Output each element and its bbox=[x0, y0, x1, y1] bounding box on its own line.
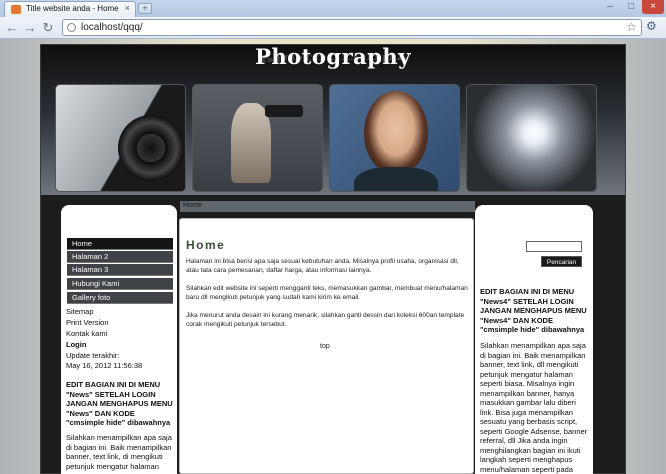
left-news-body: Silahkan menampilkan apa saja di bagian … bbox=[66, 433, 172, 471]
browser-tab[interactable]: Title website anda - Home × bbox=[4, 1, 136, 17]
menu-item-halaman-2[interactable]: Halaman 2 bbox=[67, 251, 173, 263]
right-news-heading: EDIT BAGIAN INI DI MENU "News4" SETELAH … bbox=[480, 287, 587, 334]
photographer-photo bbox=[192, 84, 323, 192]
close-window-button[interactable]: × bbox=[642, 0, 664, 14]
tab-title: Title website anda - Home bbox=[26, 4, 119, 13]
menu-item-hubungi-kami[interactable]: Hubungi Kami bbox=[67, 278, 173, 290]
back-icon[interactable]: ← bbox=[4, 20, 20, 36]
globe-icon bbox=[67, 23, 76, 32]
page-title: Home bbox=[186, 238, 226, 252]
update-value: May 16, 2012 11:56:38 bbox=[66, 361, 143, 370]
kontak-kami-link[interactable]: Kontak kami bbox=[66, 329, 107, 338]
login-link[interactable]: Login bbox=[66, 340, 86, 349]
new-tab-button[interactable]: + bbox=[138, 3, 152, 14]
sitemap-link[interactable]: Sitemap bbox=[66, 307, 94, 316]
breadcrumb-home[interactable]: Home bbox=[183, 202, 202, 209]
print-version-link[interactable]: Print Version bbox=[66, 318, 109, 327]
update-label: Update terakhir: bbox=[66, 351, 120, 360]
maximize-button[interactable]: □ bbox=[621, 0, 641, 14]
logo-reflection: Photography bbox=[257, 52, 409, 64]
tab-close-icon[interactable]: × bbox=[125, 3, 130, 13]
reload-icon[interactable]: ↻ bbox=[40, 20, 56, 36]
menu-item-gallery-foto[interactable]: Gallery foto bbox=[67, 292, 173, 304]
forward-icon[interactable]: → bbox=[22, 20, 38, 36]
left-news-heading: EDIT BAGIAN INI DI MENU "News" SETELAH L… bbox=[66, 380, 173, 427]
menu-item-home[interactable]: Home bbox=[67, 238, 173, 250]
search-input[interactable] bbox=[526, 241, 582, 252]
camera-photo bbox=[55, 84, 186, 192]
wrench-icon[interactable]: ⚙ bbox=[646, 19, 657, 33]
right-news-body: Silahkan menampilkan apa saja di bagian … bbox=[480, 341, 588, 474]
search-button[interactable]: Pencarian bbox=[541, 256, 582, 267]
paragraph-1: Halaman ini bisa berisi apa saja sesuai … bbox=[186, 258, 459, 275]
favicon-icon bbox=[11, 5, 21, 14]
address-bar[interactable]: localhost/qqq/ ☆ bbox=[62, 19, 642, 36]
menu-item-halaman-3[interactable]: Halaman 3 bbox=[67, 264, 173, 276]
top-link[interactable]: top bbox=[320, 343, 330, 350]
portrait-photo bbox=[329, 84, 460, 192]
paragraph-2: Silahkan edit website ini seperti mengga… bbox=[186, 285, 468, 302]
paragraph-3: Jika menurut anda desain ini kurang mena… bbox=[186, 312, 465, 329]
address-url[interactable]: localhost/qqq/ bbox=[81, 22, 143, 33]
minimize-button[interactable]: – bbox=[600, 0, 620, 14]
bookmark-star-icon[interactable]: ☆ bbox=[626, 20, 637, 34]
light-flare-photo bbox=[466, 84, 597, 192]
breadcrumb: Home bbox=[180, 201, 475, 212]
